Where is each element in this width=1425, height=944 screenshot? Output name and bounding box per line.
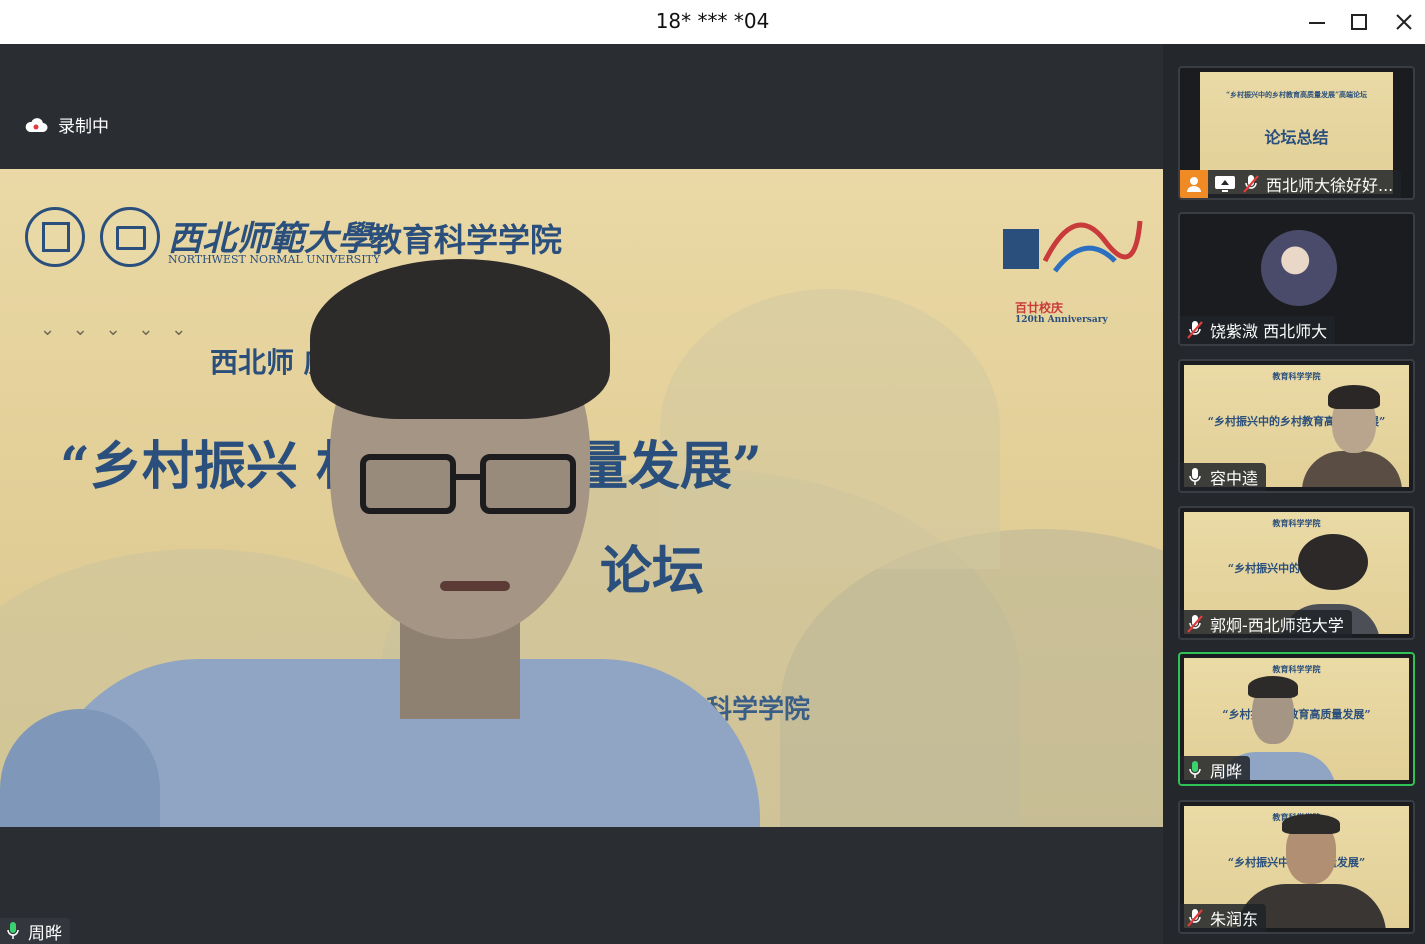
- participant-name: 容中逵: [1210, 469, 1259, 488]
- thumb-title: 论坛总结: [1264, 128, 1329, 147]
- participant-person: [1302, 383, 1402, 487]
- mic-muted-icon: [1187, 321, 1203, 339]
- speaker-video: [0, 239, 760, 827]
- thumb-header: 教育科学学院: [1272, 371, 1321, 381]
- mic-icon: [7, 922, 19, 939]
- participant-label: 周晔: [1180, 756, 1251, 784]
- participant-tile[interactable]: 饶紫溦 西北师大: [1178, 212, 1415, 346]
- participant-avatar: [1261, 230, 1337, 306]
- main-video-area[interactable]: 录制中 西北师範大學 NORTHWEST NORMAL UNIVERSITY 教…: [0, 44, 1163, 944]
- participant-panel[interactable]: “乡村振兴中的乡村教育高质量发展”高端论坛 论坛总结 西北师大徐好好... 饶紫…: [1163, 44, 1425, 944]
- participant-name: 饶紫溦 西北师大: [1210, 322, 1328, 341]
- participant-tile[interactable]: 教育科学学院 “乡村振兴中的 高质量发展” 朱润东: [1178, 800, 1415, 934]
- recording-indicator[interactable]: 录制中: [24, 112, 109, 137]
- anniversary-en: 120th Anniversary: [1015, 315, 1108, 325]
- shared-slide: 西北师範大學 NORTHWEST NORMAL UNIVERSITY 教育科学学…: [0, 169, 1163, 827]
- maximize-button[interactable]: [1342, 6, 1376, 38]
- mic-muted-icon: [1187, 615, 1203, 633]
- mic-active-icon: [1189, 761, 1201, 778]
- recording-label: 录制中: [58, 117, 109, 137]
- close-icon: [1396, 14, 1412, 30]
- avatar-icon: [1180, 170, 1208, 198]
- screen-share-icon: [1215, 176, 1235, 192]
- participant-label: 饶紫溦 西北师大: [1180, 316, 1336, 344]
- thumb-header: 教育科学学院: [1272, 518, 1321, 528]
- participant-label: 西北师大徐好好...: [1180, 170, 1402, 198]
- maximize-icon: [1351, 14, 1367, 30]
- anniversary-cn: 百廿校庆: [1015, 301, 1064, 315]
- mic-icon: [1189, 468, 1201, 485]
- participant-name: 西北师大徐好好...: [1266, 176, 1394, 195]
- minimize-button[interactable]: [1300, 6, 1334, 38]
- participant-label: 朱润东: [1180, 904, 1267, 932]
- participant-tile-active[interactable]: 教育科学学院 “乡村振兴 村教育高质量发展” 周晔: [1178, 652, 1415, 786]
- participant-label: 郭炯-西北师范大学: [1180, 610, 1352, 638]
- close-button[interactable]: [1387, 6, 1421, 38]
- participant-tile[interactable]: “乡村振兴中的乡村教育高质量发展”高端论坛 论坛总结 西北师大徐好好...: [1178, 66, 1415, 200]
- participant-tile[interactable]: 教育科学学院 “乡村振兴中的 高质量发展” 郭炯-西北师范大学: [1178, 506, 1415, 640]
- participant-name: 郭炯-西北师范大学: [1210, 616, 1344, 635]
- window-title: 18* *** *04: [655, 9, 770, 33]
- participant-name: 朱润东: [1210, 910, 1259, 929]
- mic-muted-icon: [1187, 909, 1203, 927]
- minimize-icon: [1309, 22, 1325, 24]
- main-speaker-name: 周晔: [28, 923, 62, 944]
- participant-label: 容中逵: [1180, 463, 1267, 491]
- participant-name: 周晔: [1210, 762, 1243, 781]
- participant-tile[interactable]: 教育科学学院 “乡村振兴中的乡村教育高质量发展” 容中逵: [1178, 359, 1415, 493]
- anniversary-logo: 百廿校庆 120th Anniversary: [995, 201, 1145, 325]
- mic-muted-icon: [1243, 175, 1259, 193]
- cloud-icon: [25, 117, 48, 132]
- window-titlebar: 18* *** *04: [0, 0, 1425, 44]
- thumb-header: “乡村振兴中的乡村教育高质量发展”高端论坛: [1225, 90, 1368, 99]
- main-speaker-label: 周晔: [0, 918, 70, 944]
